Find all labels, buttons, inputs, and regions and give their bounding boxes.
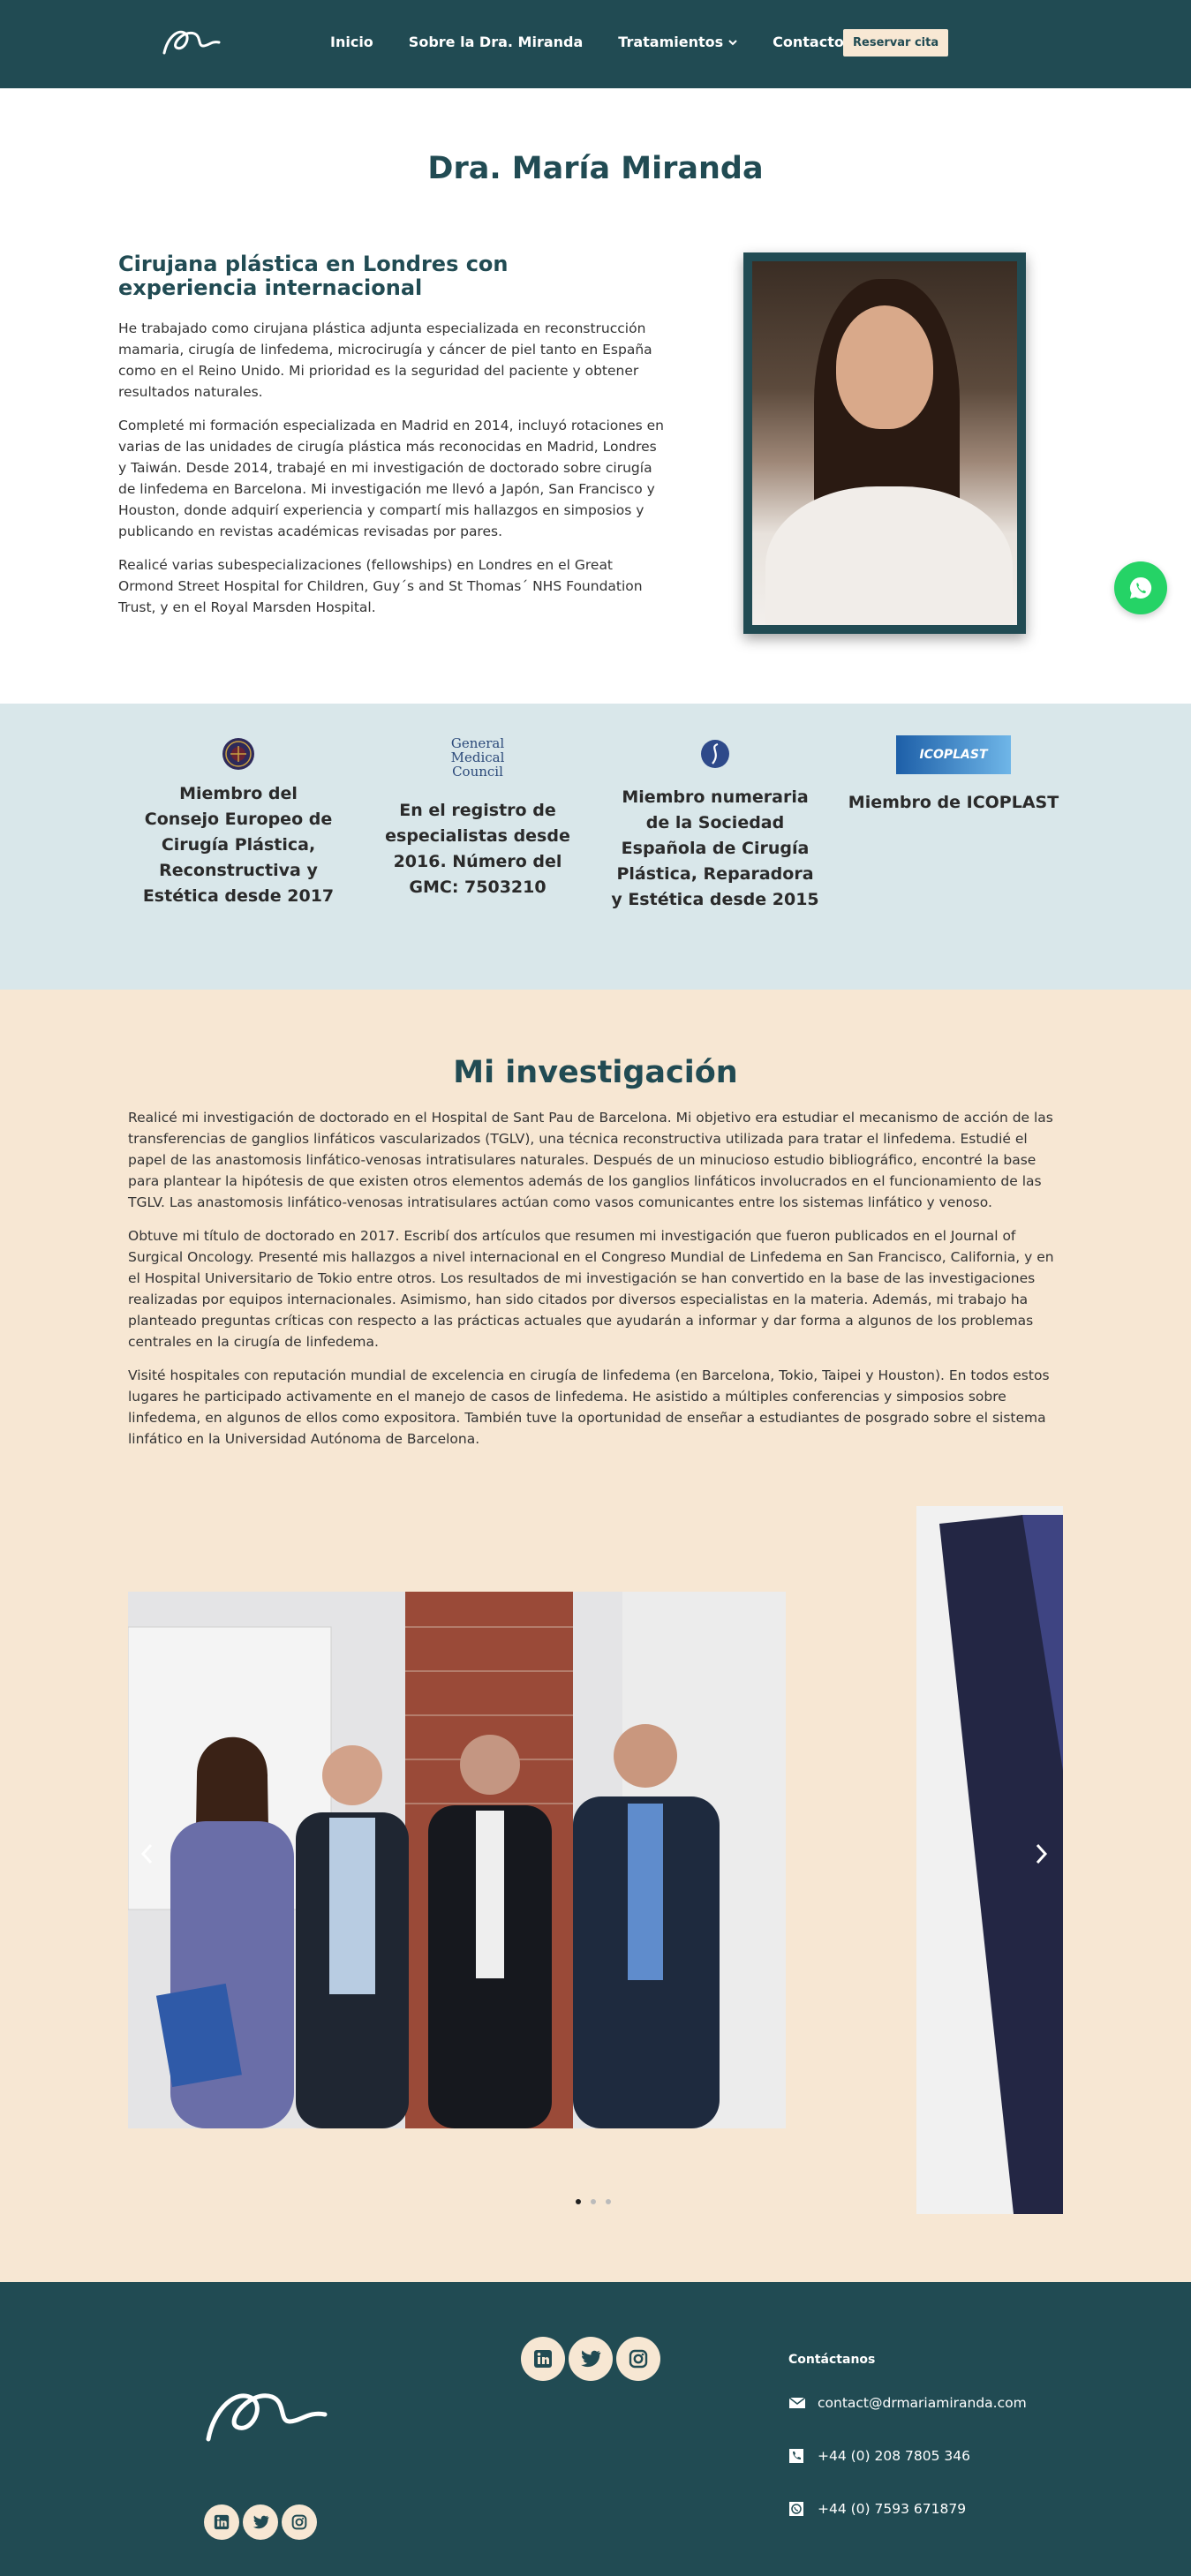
membership-item: ICOPLAST Miembro de ICOPLAST: [848, 735, 1059, 816]
logo-text: Council: [452, 764, 503, 780]
main-nav: Inicio Sobre la Dra. Miranda Tratamiento…: [330, 34, 879, 50]
twitter-icon: [581, 2350, 601, 2368]
bio-subtitle: Cirujana plástica en Londres con experie…: [118, 252, 509, 300]
phone-link[interactable]: +44 (0) 208 7805 346: [818, 2448, 970, 2464]
linkedin-button[interactable]: [521, 2337, 565, 2381]
instagram-icon: [291, 2514, 307, 2530]
carousel-dot[interactable]: [591, 2199, 596, 2204]
linkedin-icon: [214, 2514, 230, 2530]
signature-logo-icon: [162, 30, 221, 55]
nav-inicio[interactable]: Inicio: [330, 34, 373, 50]
nav-label: Contacto: [773, 34, 844, 50]
carousel-next-button[interactable]: [1035, 1842, 1049, 1872]
footer-social-top: [521, 2337, 660, 2381]
twitter-button[interactable]: [569, 2337, 613, 2381]
icoplast-logo: ICOPLAST: [848, 735, 1059, 774]
whatsapp-link[interactable]: +44 (0) 7593 671879: [818, 2501, 966, 2517]
email-icon: [788, 2397, 806, 2408]
research-paragraph: Obtuve mi título de doctorado en 2017. E…: [128, 1228, 1054, 1350]
membership-item: General Medical Council En el registro d…: [369, 736, 586, 900]
whatsapp-icon: [1129, 576, 1152, 599]
logo-text: General: [450, 735, 505, 751]
twitter-icon: [253, 2515, 268, 2529]
contact-email: contact@drmariamiranda.com: [788, 2395, 1027, 2411]
twitter-button[interactable]: [243, 2504, 278, 2540]
bio-paragraph: Completé mi formación especializada en M…: [118, 418, 665, 539]
contact-whatsapp: +44 (0) 7593 671879: [788, 2501, 966, 2517]
bio-section: Dra. María Miranda Cirujana plástica en …: [0, 88, 1191, 704]
instagram-button[interactable]: [282, 2504, 317, 2540]
carousel-prev-button[interactable]: [139, 1842, 154, 1872]
footer-logo[interactable]: [201, 2377, 328, 2450]
conference-photo: [128, 1592, 786, 2128]
logo-text: ICOPLAST: [896, 735, 1011, 774]
secpre-logo: [611, 739, 819, 769]
whatsapp-icon: [789, 2502, 803, 2516]
instagram-icon: [629, 2349, 648, 2369]
bio-paragraph: He trabajado como cirujana plástica adju…: [118, 320, 652, 400]
site-header: Inicio Sobre la Dra. Miranda Tratamiento…: [0, 0, 1191, 88]
bio-paragraph: Realicé varias subespecializaciones (fel…: [118, 557, 643, 615]
site-footer: Contáctanos contact@drmariamiranda.com +…: [0, 2282, 1191, 2576]
research-title: Mi investigación: [453, 1055, 738, 1090]
membership-text: Miembro de ICOPLAST: [848, 793, 1059, 812]
research-section: Mi investigación Realicé mi investigació…: [0, 990, 1191, 2282]
carousel-dot[interactable]: [606, 2199, 611, 2204]
membership-text: Miembro del Consejo Europeo de Cirugía P…: [142, 784, 335, 906]
nav-contacto[interactable]: Contacto: [773, 34, 844, 50]
nav-label: Sobre la Dra. Miranda: [408, 34, 584, 50]
book-appointment-button[interactable]: Reservar cita: [843, 29, 949, 56]
phone-icon: [789, 2449, 803, 2463]
membership-item: Miembro del Consejo Europeo de Cirugía P…: [139, 737, 337, 909]
research-text: Realicé mi investigación de doctorado en…: [128, 1107, 1064, 1462]
carousel-dots: [576, 2199, 611, 2204]
footer-social-bottom: [204, 2504, 317, 2540]
linkedin-button[interactable]: [204, 2504, 239, 2540]
logo[interactable]: [161, 25, 222, 60]
memberships-section: Miembro del Consejo Europeo de Cirugía P…: [0, 704, 1191, 990]
nav-label: Tratamientos: [618, 34, 724, 50]
ebopras-seal-icon: [139, 737, 337, 771]
chevron-right-icon: [1036, 1843, 1048, 1864]
page-title: Dra. María Miranda: [427, 151, 764, 186]
portrait-photo: [752, 261, 1017, 625]
whatsapp-chat-button[interactable]: [1114, 561, 1167, 614]
logo-text: Medical: [450, 749, 505, 765]
nav-sobre[interactable]: Sobre la Dra. Miranda: [409, 34, 583, 50]
contact-phone: +44 (0) 208 7805 346: [788, 2448, 970, 2464]
chevron-left-icon: [140, 1843, 153, 1864]
contact-title: Contáctanos: [788, 2353, 876, 2367]
research-paragraph: Realicé mi investigación de doctorado en…: [128, 1110, 1053, 1210]
instagram-button[interactable]: [616, 2337, 660, 2381]
signature-logo-icon: [206, 2393, 328, 2442]
carousel-dot[interactable]: [576, 2199, 581, 2204]
membership-item: Miembro numeraria de la Sociedad Español…: [611, 739, 819, 913]
nav-label: Inicio: [330, 34, 373, 50]
carousel-slide: [128, 1592, 786, 2128]
gmc-logo: General Medical Council: [369, 736, 586, 779]
nav-tratamientos[interactable]: Tratamientos: [618, 34, 737, 50]
membership-text: Miembro numeraria de la Sociedad Español…: [611, 787, 819, 909]
bio-text: He trabajado como cirujana plástica adju…: [118, 318, 667, 630]
research-paragraph: Visité hospitales con reputación mundial…: [128, 1367, 1050, 1447]
email-link[interactable]: contact@drmariamiranda.com: [818, 2395, 1027, 2411]
chevron-down-icon: [728, 39, 737, 45]
portrait-frame: [743, 252, 1026, 634]
membership-text: En el registro de especialistas desde 20…: [385, 801, 570, 897]
linkedin-icon: [534, 2350, 552, 2368]
